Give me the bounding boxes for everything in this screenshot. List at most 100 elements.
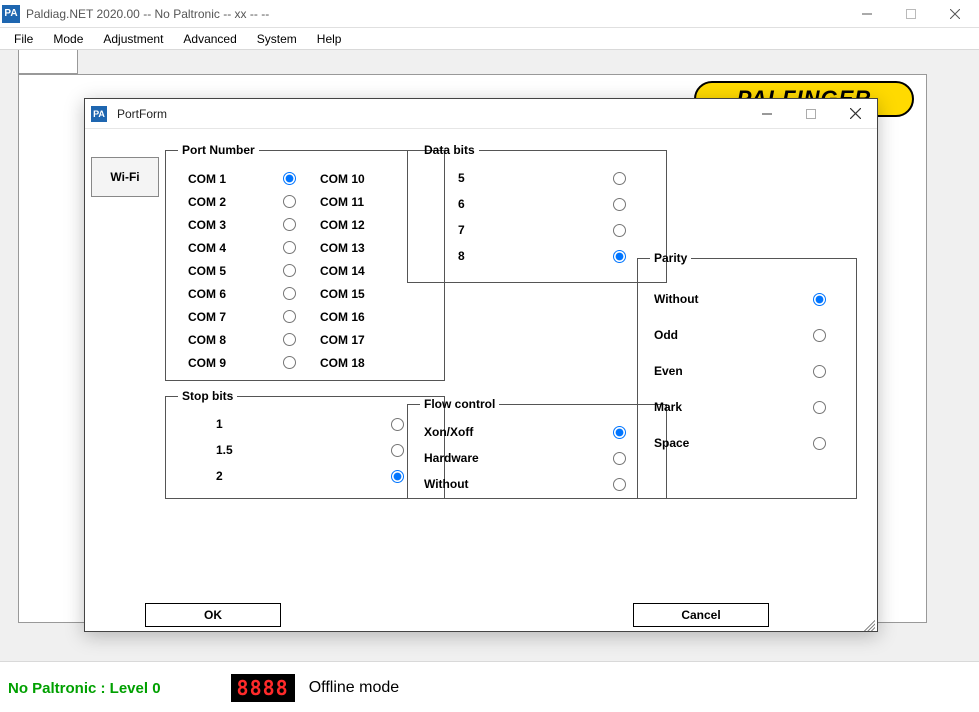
port-option-label: COM 1 xyxy=(188,172,226,186)
port-option[interactable]: COM 7 xyxy=(178,305,300,328)
group-data-bits: Data bits 5 6 7 8 xyxy=(407,143,667,283)
menu-adjustment[interactable]: Adjustment xyxy=(93,30,173,48)
data-bits-option[interactable]: 7 xyxy=(420,217,654,243)
data-bits-legend: Data bits xyxy=(420,143,479,157)
port-option[interactable]: COM 18 xyxy=(310,351,432,374)
maximize-button[interactable] xyxy=(889,0,933,28)
menu-help[interactable]: Help xyxy=(307,30,352,48)
data-bits-option-label: 7 xyxy=(458,223,465,237)
flow-control-option[interactable]: Without xyxy=(420,471,654,497)
port-option-label: COM 17 xyxy=(320,333,365,347)
port-radio[interactable] xyxy=(283,218,296,231)
port-radio[interactable] xyxy=(283,287,296,300)
port-option[interactable]: COM 8 xyxy=(178,328,300,351)
port-radio[interactable] xyxy=(283,264,296,277)
parity-option[interactable]: Mark xyxy=(650,389,844,425)
port-option[interactable]: COM 9 xyxy=(178,351,300,374)
data-bits-option-label: 5 xyxy=(458,171,465,185)
stop-bits-option[interactable]: 2 xyxy=(178,463,432,489)
port-radio[interactable] xyxy=(283,310,296,323)
dialog-titlebar[interactable]: PA PortForm xyxy=(85,99,877,129)
port-radio[interactable] xyxy=(283,172,296,185)
stop-bits-radio[interactable] xyxy=(391,444,404,457)
tab-stub[interactable] xyxy=(18,50,78,74)
data-bits-option[interactable]: 6 xyxy=(420,191,654,217)
data-bits-radio[interactable] xyxy=(613,198,626,211)
stop-bits-legend: Stop bits xyxy=(178,389,237,403)
group-port-number: Port Number COM 1 COM 2 COM 3 COM 4 COM 5 COM… xyxy=(165,143,445,381)
stop-bits-option-label: 1.5 xyxy=(216,443,233,457)
port-option[interactable]: COM 3 xyxy=(178,213,300,236)
dialog-close-button[interactable] xyxy=(833,99,877,129)
parity-radio[interactable] xyxy=(813,329,826,342)
status-lcd: 8888 xyxy=(231,674,295,702)
menu-file[interactable]: File xyxy=(4,30,43,48)
app-icon: PA xyxy=(2,5,20,23)
close-button[interactable] xyxy=(933,0,977,28)
dialog-body: Wi-Fi Port Number COM 1 COM 2 COM 3 COM 4 CO… xyxy=(85,129,877,633)
port-radio[interactable] xyxy=(283,333,296,346)
parity-option[interactable]: Odd xyxy=(650,317,844,353)
menu-advanced[interactable]: Advanced xyxy=(173,30,246,48)
port-option[interactable]: COM 15 xyxy=(310,282,432,305)
port-option-label: COM 14 xyxy=(320,264,365,278)
data-bits-radio[interactable] xyxy=(613,224,626,237)
flow-control-radio[interactable] xyxy=(613,478,626,491)
parity-radio[interactable] xyxy=(813,365,826,378)
port-option-label: COM 10 xyxy=(320,172,365,186)
stop-bits-option[interactable]: 1 xyxy=(178,411,432,437)
port-radio[interactable] xyxy=(283,195,296,208)
group-stop-bits: Stop bits 1 1.5 2 xyxy=(165,389,445,499)
port-option[interactable]: COM 2 xyxy=(178,190,300,213)
window-controls xyxy=(845,0,977,28)
parity-radio[interactable] xyxy=(813,437,826,450)
parity-radio[interactable] xyxy=(813,293,826,306)
data-bits-option[interactable]: 8 xyxy=(420,243,654,269)
port-radio[interactable] xyxy=(283,241,296,254)
dialog-maximize-button[interactable] xyxy=(789,99,833,129)
flow-control-option-label: Without xyxy=(424,477,469,491)
port-option-label: COM 3 xyxy=(188,218,226,232)
minimize-button[interactable] xyxy=(845,0,889,28)
flow-control-option[interactable]: Hardware xyxy=(420,445,654,471)
stop-bits-radio[interactable] xyxy=(391,418,404,431)
main-titlebar: PA Paldiag.NET 2020.00 -- No Paltronic -… xyxy=(0,0,979,28)
port-option[interactable]: COM 17 xyxy=(310,328,432,351)
port-option-label: COM 4 xyxy=(188,241,226,255)
port-option-label: COM 11 xyxy=(320,195,364,209)
flow-control-radio[interactable] xyxy=(613,452,626,465)
port-option-label: COM 9 xyxy=(188,356,226,370)
cancel-button[interactable]: Cancel xyxy=(633,603,769,627)
dialog-minimize-button[interactable] xyxy=(745,99,789,129)
resize-grip[interactable] xyxy=(861,617,875,631)
port-option-label: COM 5 xyxy=(188,264,226,278)
parity-option-label: Without xyxy=(654,292,699,306)
port-option[interactable]: COM 5 xyxy=(178,259,300,282)
data-bits-option-label: 8 xyxy=(458,249,465,263)
port-option[interactable]: COM 6 xyxy=(178,282,300,305)
menubar: File Mode Adjustment Advanced System Hel… xyxy=(0,28,979,50)
port-option[interactable]: COM 1 xyxy=(178,167,300,190)
stop-bits-option[interactable]: 1.5 xyxy=(178,437,432,463)
menu-system[interactable]: System xyxy=(247,30,307,48)
port-option[interactable]: COM 16 xyxy=(310,305,432,328)
parity-option[interactable]: Without xyxy=(650,281,844,317)
parity-option[interactable]: Space xyxy=(650,425,844,461)
port-option[interactable]: COM 4 xyxy=(178,236,300,259)
menu-mode[interactable]: Mode xyxy=(43,30,93,48)
parity-option-label: Even xyxy=(654,364,683,378)
wifi-button[interactable]: Wi-Fi xyxy=(91,157,159,197)
port-radio[interactable] xyxy=(283,356,296,369)
ok-button[interactable]: OK xyxy=(145,603,281,627)
port-number-legend: Port Number xyxy=(178,143,259,157)
stop-bits-radio[interactable] xyxy=(391,470,404,483)
data-bits-radio[interactable] xyxy=(613,250,626,263)
parity-option[interactable]: Even xyxy=(650,353,844,389)
parity-radio[interactable] xyxy=(813,401,826,414)
flow-control-legend: Flow control xyxy=(420,397,499,411)
flow-control-option-label: Hardware xyxy=(424,451,479,465)
flow-control-option[interactable]: Xon/Xoff xyxy=(420,419,654,445)
data-bits-option[interactable]: 5 xyxy=(420,165,654,191)
flow-control-radio[interactable] xyxy=(613,426,626,439)
data-bits-radio[interactable] xyxy=(613,172,626,185)
